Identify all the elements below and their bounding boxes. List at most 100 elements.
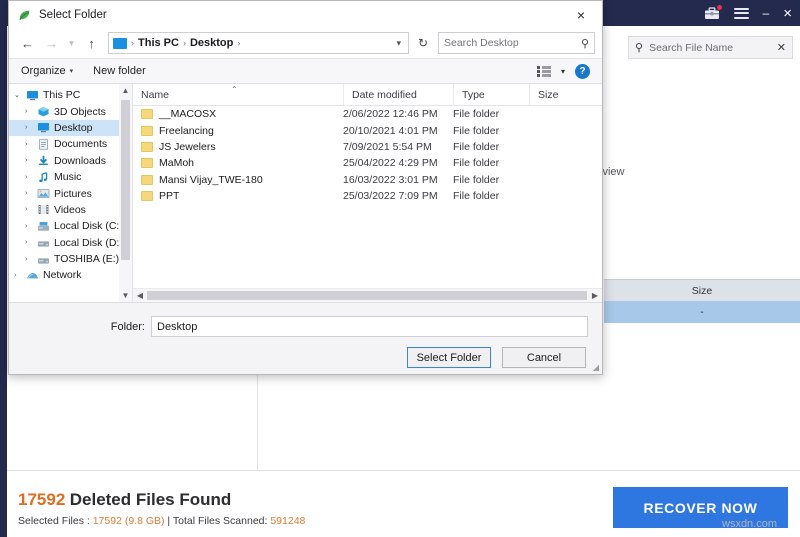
horizontal-scrollbar-thumb[interactable] [147,291,587,300]
forward-icon[interactable]: → [40,32,63,55]
file-name-cell: MaMoh [133,157,343,169]
results-size-column-header[interactable]: Size [604,279,800,301]
back-icon[interactable]: ← [16,32,39,55]
chevron-right-icon[interactable]: › [25,206,33,213]
folder-icon [141,191,153,201]
address-bar[interactable]: › This PC › Desktop › ▾ [108,32,409,54]
dialog-search-box[interactable]: Search Desktop ⚲ [438,32,595,54]
column-header-date-modified[interactable]: Date modified [343,84,453,105]
tree-item-network[interactable]: ›Network [9,267,132,283]
refresh-icon[interactable]: ↻ [412,32,434,54]
view-chevron-down-icon[interactable]: ▾ [561,67,565,76]
cancel-button[interactable]: Cancel [502,347,586,368]
dialog-navigation-bar: ← → ▾ ↑ › This PC › Desktop › ▾ ↻ Search… [9,28,602,58]
file-type-cell: File folder [453,141,529,153]
chevron-right-icon[interactable]: › [25,174,33,181]
help-icon[interactable]: ? [575,64,590,79]
folder-icon [141,158,153,168]
breadcrumb-desktop[interactable]: Desktop [190,37,233,49]
chevron-right-icon[interactable]: › [25,190,33,197]
tree-item-local-disk-d[interactable]: › Local Disk (D:) [9,235,132,251]
file-name-cell: Freelancing [133,125,343,137]
breadcrumb-this-pc[interactable]: This PC [138,37,179,49]
hamburger-menu-icon[interactable] [734,8,749,19]
folder-name-input[interactable]: Desktop [151,316,588,337]
chevron-right-icon[interactable]: › [25,256,33,263]
chevron-right-icon[interactable]: › [25,239,33,246]
file-list-row[interactable]: MaMoh25/04/2022 4:29 PMFile folder [133,155,602,171]
tree-item-downloads[interactable]: ›Downloads [9,153,132,169]
scanned-prefix: Total Files Scanned: [173,515,270,527]
chevron-down-icon[interactable]: ⌄ [14,91,22,99]
file-list-row[interactable]: __MACOSX2/06/2022 12:46 PMFile folder [133,106,602,122]
close-button[interactable]: × [783,6,792,21]
chevron-right-icon[interactable]: › [25,223,33,230]
file-name-cell: JS Jewelers [133,141,343,153]
deleted-files-count: 17592 [18,490,65,509]
minimize-button[interactable]: – [763,7,770,19]
resize-grip-icon[interactable]: ◢ [593,363,599,372]
app-left-rail [0,26,7,537]
chevron-right-icon[interactable]: › [25,124,33,131]
up-one-level-icon[interactable]: ↑ [80,32,103,55]
tree-item-label: Local Disk (D:) [54,237,123,249]
file-name-search-box[interactable]: ⚲ Search File Name ✕ [628,36,793,59]
summary-separator: | [165,515,173,527]
tree-item-music[interactable]: › Music [9,169,132,185]
tree-item-pictures[interactable]: ›Pictures [9,185,132,201]
column-header-size[interactable]: Size [529,84,589,105]
file-list-row[interactable]: Mansi Vijay_TWE-18016/03/2022 3:01 PMFil… [133,172,602,188]
tree-item-label: This PC [43,89,80,101]
file-type-cell: File folder [453,108,529,120]
nav-pane-scrollbar[interactable]: ▲ ▼ [119,84,132,302]
file-list-horizontal-scrollbar[interactable]: ◀ ▶ [133,288,602,302]
chevron-right-icon[interactable]: › [25,157,33,164]
dialog-search-input[interactable]: Search Desktop [444,37,581,49]
this-pc-icon [113,38,127,49]
tree-item-this-pc[interactable]: ⌄ This PC [9,87,132,103]
file-date-modified-cell: 25/04/2022 4:29 PM [343,157,453,169]
scroll-down-icon[interactable]: ▼ [122,289,130,302]
scrollbar-thumb[interactable] [121,100,130,260]
scroll-right-icon[interactable]: ▶ [588,291,602,300]
organize-button[interactable]: Organize ▾ [21,65,73,77]
search-input[interactable]: Search File Name [649,42,771,54]
row-size-value: - [700,307,703,318]
dialog-titlebar[interactable]: Select Folder × [9,1,602,28]
address-chevron-down-icon[interactable]: ▾ [396,38,404,49]
tree-item-documents[interactable]: › Documents [9,136,132,152]
tree-item-label: Local Disk (C:) [54,220,123,232]
recent-locations-chevron-down-icon[interactable]: ▾ [64,32,79,55]
scroll-left-icon[interactable]: ◀ [133,291,147,300]
recover-now-label: RECOVER NOW [644,500,758,516]
scroll-up-icon[interactable]: ▲ [122,84,130,97]
drive-icon [37,237,50,248]
toolbox-icon[interactable] [704,6,720,20]
tree-item-label: Music [54,171,81,183]
file-date-modified-cell: 25/03/2022 7:09 PM [343,190,453,202]
chevron-right-icon[interactable]: › [25,108,33,115]
column-header-type[interactable]: Type [453,84,529,105]
dialog-title: Select Folder [39,9,107,21]
chevron-down-icon: ▾ [70,67,74,75]
new-folder-button[interactable]: New folder [93,65,146,77]
dialog-close-button[interactable]: × [560,1,602,28]
select-folder-button[interactable]: Select Folder [407,347,491,368]
tree-item-desktop[interactable]: ›Desktop [9,120,132,136]
column-header-name[interactable]: Name ⌃ [133,84,343,105]
file-list-row[interactable]: JS Jewelers7/09/2021 5:54 PMFile folder [133,139,602,155]
tree-item-toshiba-e[interactable]: ›TOSHIBA (E:) [9,251,132,267]
file-list-row[interactable]: Freelancing20/10/2021 4:01 PMFile folder [133,122,602,138]
tree-item-videos[interactable]: ›Videos [9,202,132,218]
file-name-label: JS Jewelers [159,141,216,153]
tree-item-local-disk-c[interactable]: › Local Disk (C:) [9,218,132,234]
view-options-icon[interactable] [537,66,551,77]
results-table-row[interactable]: - [604,301,800,323]
clear-icon[interactable]: ✕ [777,41,786,54]
tree-item-3d-objects[interactable]: ›3D Objects [9,103,132,119]
chevron-right-icon[interactable]: › [25,141,33,148]
chevron-right-icon[interactable]: › [14,272,22,279]
file-list: __MACOSX2/06/2022 12:46 PMFile folderFre… [133,106,602,204]
file-list-row[interactable]: PPT25/03/2022 7:09 PMFile folder [133,188,602,204]
tree-item-label: Documents [54,138,107,150]
